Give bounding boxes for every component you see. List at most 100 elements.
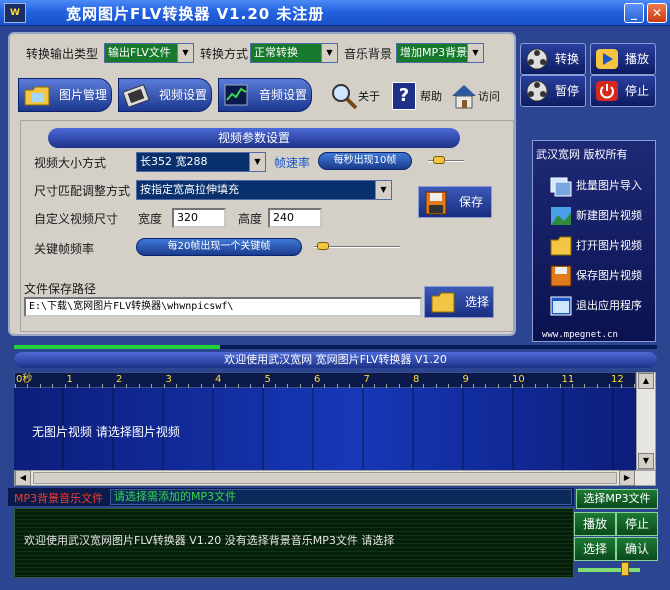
timeline-tick-label: 0秒: [16, 374, 33, 385]
timeline-tick-label: 8: [413, 374, 420, 385]
group-title: 视频参数设置: [48, 128, 460, 148]
output-type-label: 转换输出类型: [26, 47, 99, 61]
convert-button[interactable]: 转换: [520, 43, 586, 75]
fit-mode-select[interactable]: 按指定宽高拉伸填充 ▼: [136, 180, 392, 200]
pause-button[interactable]: 暂停: [520, 75, 586, 107]
film-reel-icon: [122, 82, 151, 108]
timeline-tick-label: 3: [165, 374, 172, 385]
save-button[interactable]: 保存: [418, 186, 492, 218]
stop-label: 停止: [625, 84, 650, 98]
landscape-icon: [550, 205, 572, 227]
timeline-ruler[interactable]: 0秒 1 2 3 4 5 6 7 8 9 10 11 12: [14, 372, 648, 388]
size-mode-label: 视频大小方式: [34, 156, 107, 170]
fps-slider-thumb[interactable]: [432, 156, 445, 164]
height-label: 高度: [238, 212, 263, 226]
custom-size-label: 自定义视频尺寸: [34, 212, 119, 226]
tab-video-settings[interactable]: 视频设置: [118, 78, 212, 112]
side-item-new-video[interactable]: 新建图片视频: [550, 202, 654, 230]
music-select[interactable]: 增加MP3背景 ▼: [396, 43, 484, 63]
visit-button[interactable]: 访问: [478, 88, 500, 104]
scroll-down-icon[interactable]: ▼: [638, 453, 654, 469]
home-icon[interactable]: [450, 82, 478, 110]
chevron-down-icon: ▼: [249, 153, 265, 171]
output-type-select[interactable]: 输出FLV文件 ▼: [104, 43, 194, 63]
horizontal-scrollbar[interactable]: ◀ ▶: [14, 470, 656, 486]
floppy-icon: [425, 191, 447, 215]
side-item-save-video[interactable]: 保存图片视频: [550, 262, 654, 290]
tab-label: 视频设置: [159, 88, 208, 102]
audio-confirm-button[interactable]: 确认: [616, 537, 658, 561]
window-title: 宽网图片FLV转换器 V1.20 未注册: [66, 5, 325, 23]
side-item-open-video[interactable]: 打开图片视频: [550, 232, 654, 260]
timeline-tick-label: 7: [363, 374, 370, 385]
play-icon: [595, 48, 619, 70]
progress-fill: [14, 345, 220, 349]
volume-slider-thumb[interactable]: [620, 562, 629, 576]
keyframe-label: 关键帧频率: [34, 242, 95, 256]
magnifier-icon[interactable]: [330, 82, 358, 110]
scroll-left-icon[interactable]: ◀: [15, 470, 31, 486]
audio-select-button[interactable]: 选择: [574, 537, 616, 561]
tab-image-manage[interactable]: 图片管理: [18, 78, 112, 112]
height-field[interactable]: 240: [268, 208, 322, 228]
side-item-label: 退出应用程序: [576, 299, 642, 312]
film-reel-icon: [525, 48, 549, 70]
mp3-label: MP3背景音乐文件: [14, 492, 104, 505]
pause-label: 暂停: [555, 84, 580, 98]
chevron-down-icon: ▼: [467, 44, 483, 62]
close-button[interactable]: ✕: [647, 3, 667, 23]
mp3-field[interactable]: 请选择需添加的MP3文件: [110, 489, 572, 505]
app-icon[interactable]: W: [4, 3, 26, 23]
play-button[interactable]: 播放: [590, 43, 656, 75]
copyright-text: 武汉宽网 版权所有: [536, 148, 628, 161]
folder-open-icon: [550, 235, 572, 257]
audio-stop-button[interactable]: 停止: [616, 512, 658, 536]
power-icon: [595, 80, 619, 102]
vertical-scrollbar[interactable]: ▲ ▼: [636, 372, 656, 470]
timeline-tick-label: 9: [462, 374, 469, 385]
floppy-icon: [550, 265, 572, 287]
side-item-label: 打开图片视频: [576, 239, 642, 252]
side-item-label: 新建图片视频: [576, 209, 642, 222]
music-label: 音乐背景: [344, 47, 393, 61]
scroll-right-icon[interactable]: ▶: [619, 470, 635, 486]
keyframe-value: 每20帧出现一个关键帧: [136, 238, 302, 256]
convert-mode-select[interactable]: 正常转换 ▼: [250, 43, 338, 63]
size-mode-value: 长352 宽288: [140, 155, 208, 168]
timeline-tick-label: 4: [215, 374, 222, 385]
about-button[interactable]: 关于: [358, 88, 380, 104]
select-mp3-button[interactable]: 选择MP3文件: [576, 489, 658, 509]
scroll-up-icon[interactable]: ▲: [638, 373, 654, 389]
window-icon: [550, 295, 572, 317]
welcome-banner: 欢迎使用武汉宽网 宽网图片FLV转换器 V1.20: [14, 352, 657, 368]
fps-label: 帧速率: [274, 156, 311, 170]
browse-button[interactable]: 选择: [424, 286, 494, 318]
size-mode-select[interactable]: 长352 宽288 ▼: [136, 152, 266, 172]
minimize-button[interactable]: _: [624, 3, 644, 23]
side-item-batch-import[interactable]: 批量图片导入: [550, 172, 654, 200]
volume-slider[interactable]: [578, 568, 640, 572]
width-field[interactable]: 320: [172, 208, 226, 228]
tab-label: 音频设置: [259, 88, 308, 102]
save-path-field[interactable]: E:\下载\宽网图片FLV转换器\whwnpicswf\: [24, 297, 422, 317]
keyframe-slider-thumb[interactable]: [316, 242, 329, 250]
side-item-exit[interactable]: 退出应用程序: [550, 292, 654, 320]
timeline-tick-label: 5: [264, 374, 271, 385]
save-path-label: 文件保存路径: [24, 282, 97, 296]
folder-icon: [431, 291, 455, 313]
film-reel-icon: [525, 80, 549, 102]
help-icon[interactable]: ?: [392, 82, 416, 110]
fit-mode-value: 按指定宽高拉伸填充: [140, 183, 239, 196]
stop-button[interactable]: 停止: [590, 75, 656, 107]
tab-audio-settings[interactable]: 音频设置: [218, 78, 312, 112]
status-message: 欢迎使用武汉宽网图片FLV转换器 V1.20 没有选择背景音乐MP3文件 请选择: [24, 534, 395, 547]
help-button[interactable]: 帮助: [420, 88, 442, 104]
scroll-thumb[interactable]: [33, 472, 617, 484]
chevron-down-icon: ▼: [177, 44, 193, 62]
side-item-label: 保存图片视频: [576, 269, 642, 282]
images-icon: [550, 175, 572, 197]
audio-play-button[interactable]: 播放: [574, 512, 616, 536]
convert-mode-value: 正常转换: [254, 46, 298, 59]
output-type-value: 输出FLV文件: [108, 46, 171, 59]
tab-label: 图片管理: [59, 88, 108, 102]
